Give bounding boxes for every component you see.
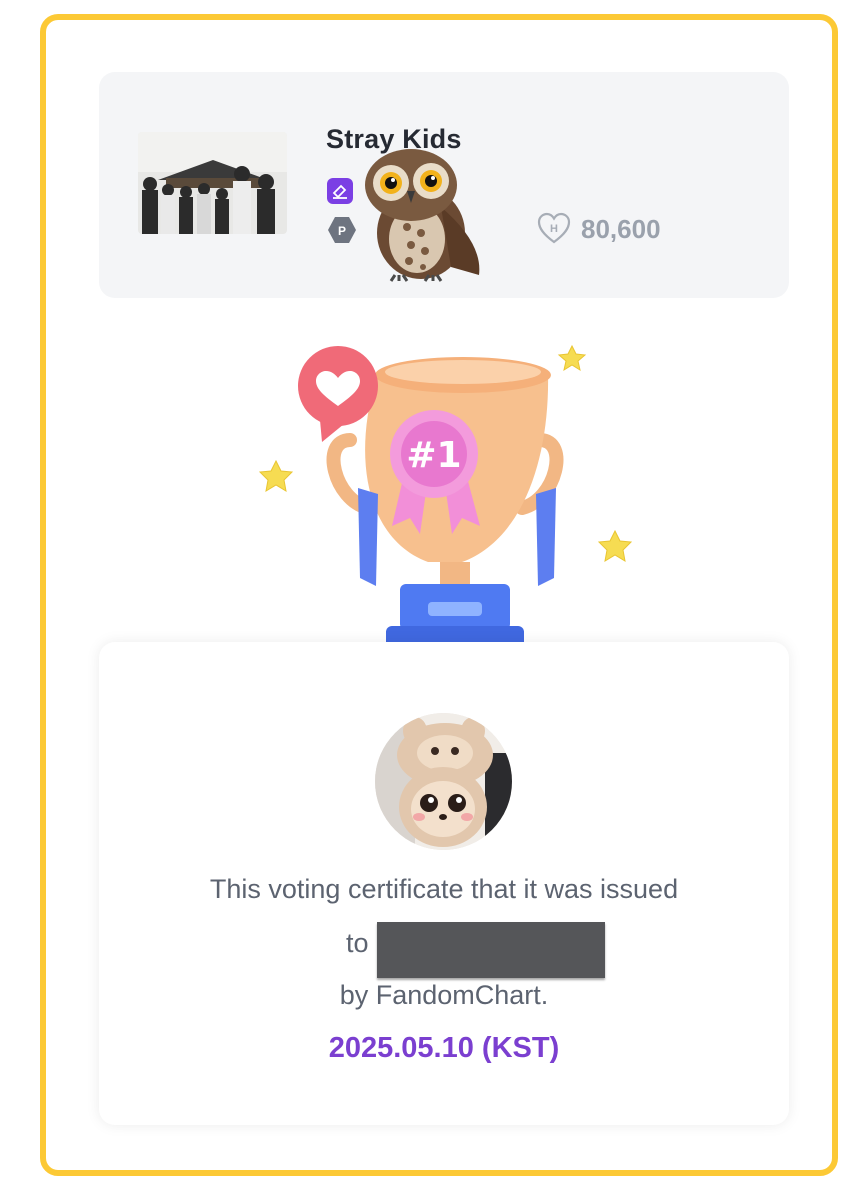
avatar xyxy=(375,713,512,850)
vote-points: 80,600 xyxy=(581,213,661,244)
badge-letter: P xyxy=(338,224,346,238)
owl-sticker xyxy=(351,147,493,282)
heart-bubble-icon xyxy=(298,346,378,442)
edit-badge-icon xyxy=(327,178,353,204)
certificate-date: 2025.05.10 (KST) xyxy=(328,1032,560,1064)
ribbon-number: #1 xyxy=(406,435,461,476)
svg-text:H: H xyxy=(550,223,558,235)
certificate-text-to: to xyxy=(346,928,369,958)
trophy-illustration: #1 xyxy=(250,330,640,665)
heart-h-icon: H xyxy=(537,212,571,246)
heart-points: H 80,600 xyxy=(537,212,661,246)
artist-card[interactable]: Stray Kids P H 80,600 xyxy=(99,72,789,298)
certificate-text-line1: This voting certificate that it was issu… xyxy=(209,874,679,904)
redacted-name xyxy=(377,922,605,978)
artist-photo xyxy=(138,132,287,234)
certificate-text-issuer: by FandomChart. xyxy=(339,980,549,1010)
certificate-card: This voting certificate that it was issu… xyxy=(99,642,789,1125)
